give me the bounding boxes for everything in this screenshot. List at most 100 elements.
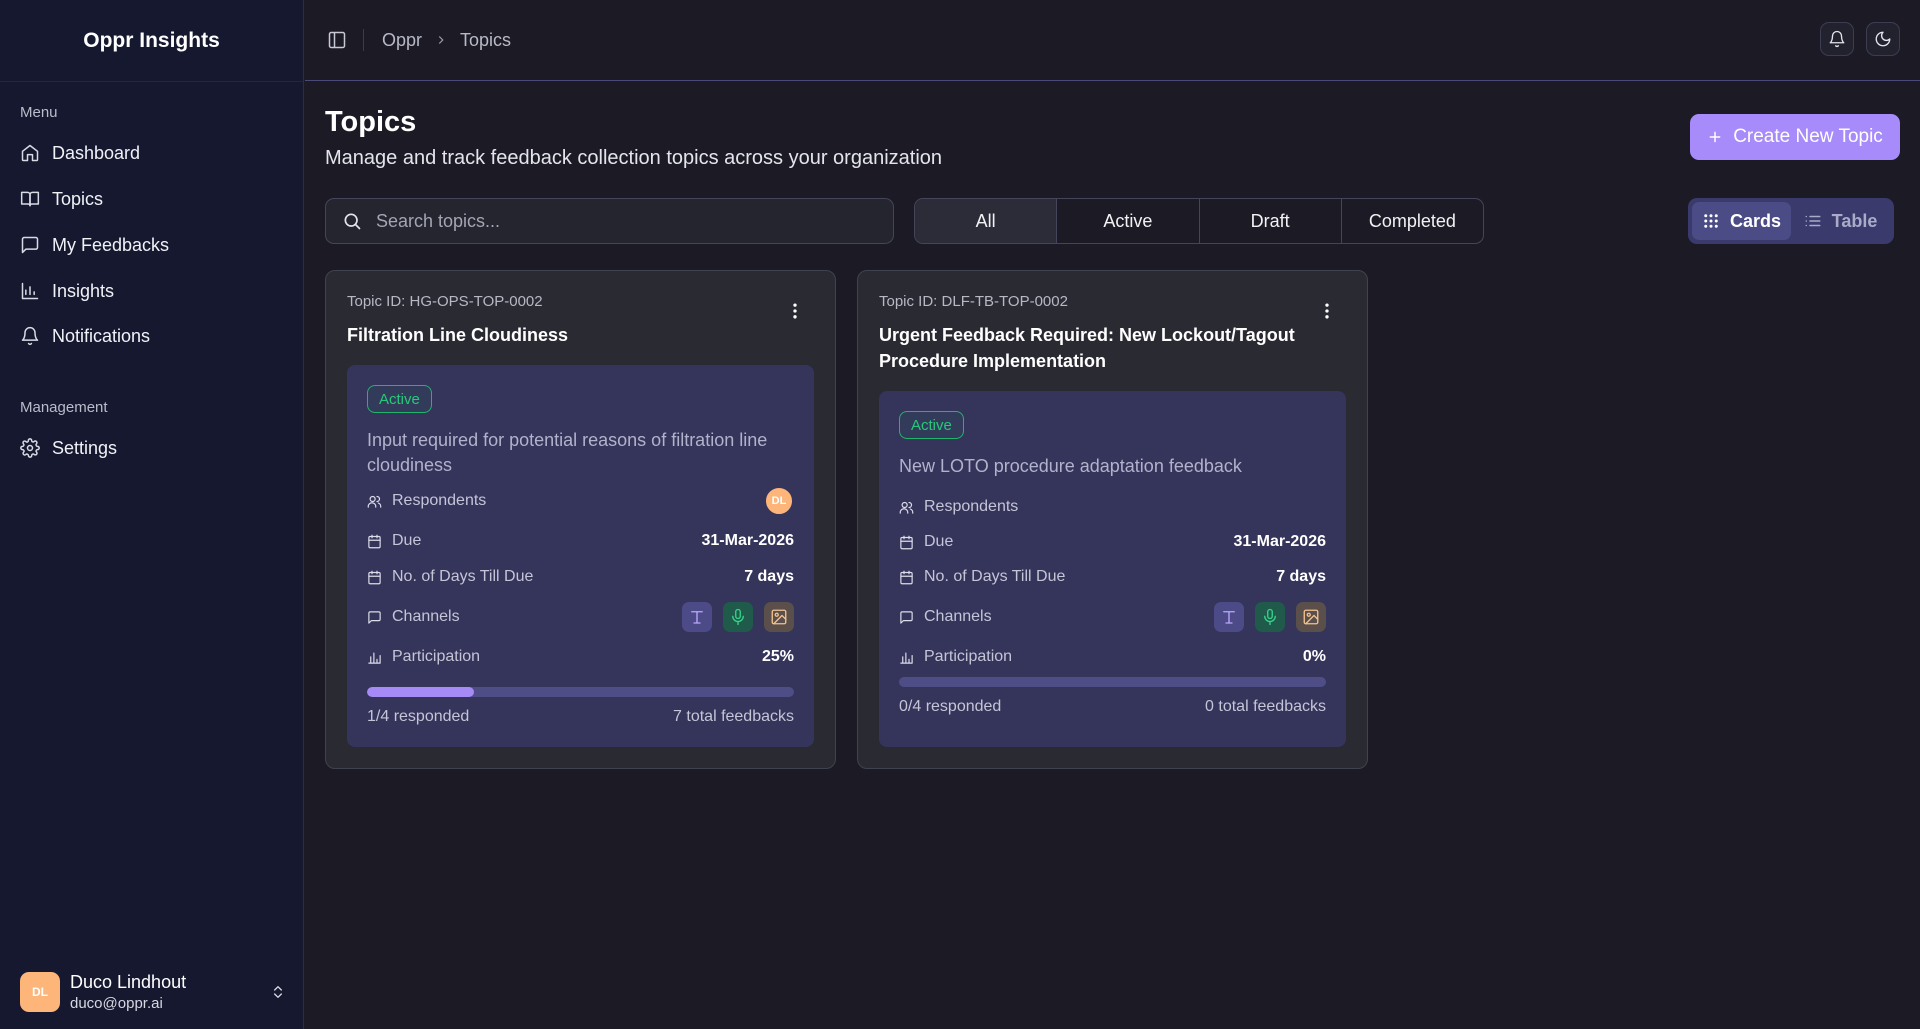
channels-row: Channels <box>899 602 1326 632</box>
due-date: 31-Mar-2026 <box>701 532 795 549</box>
message-square-icon <box>21 236 39 254</box>
topic-card[interactable]: Topic ID: HG-OPS-TOP-0002 Filtration Lin… <box>325 270 836 769</box>
more-vertical-icon <box>1325 303 1329 319</box>
topic-card[interactable]: Topic ID: DLF-TB-TOP-0002 Urgent Feedbac… <box>857 270 1368 769</box>
participation-row: Participation 0% <box>899 642 1326 672</box>
days-till-due-value: 7 days <box>1276 568 1326 585</box>
management-section-label: Management <box>20 399 108 416</box>
participation-progress-fill <box>367 687 474 697</box>
mic-icon <box>1255 602 1285 632</box>
message-square-icon <box>368 610 381 624</box>
create-button-label: Create New Topic <box>1733 126 1883 147</box>
page-subtitle: Manage and track feedback collection top… <box>325 147 943 169</box>
card-footer: 0/4 responded 0 total feedbacks <box>899 698 1326 716</box>
topic-description: New LOTO procedure adaptation feedback <box>899 456 1242 476</box>
calendar-icon <box>368 570 381 584</box>
filter-tab-draft[interactable]: Draft <box>1200 199 1342 243</box>
participation-value: 25% <box>761 648 794 665</box>
sidebar-item-settings[interactable]: Settings <box>20 428 290 468</box>
cards-view-button[interactable]: Cards <box>1692 202 1791 240</box>
bar-chart-icon <box>900 652 913 664</box>
table-view-button[interactable]: Table <box>1791 202 1890 240</box>
search-icon <box>344 213 361 230</box>
total-feedbacks: 0 total feedbacks <box>1205 698 1326 715</box>
bell-icon <box>21 326 39 346</box>
list-icon <box>1805 215 1821 227</box>
avatar: DL <box>20 972 60 1012</box>
theme-toggle-button[interactable] <box>1866 22 1900 56</box>
app-title: Oppr Insights <box>0 0 303 82</box>
respondents-row: Respondents DL <box>367 486 794 516</box>
respondent-avatar: DL <box>764 486 794 516</box>
home-icon <box>21 144 39 162</box>
sidebar-item-my-feedbacks[interactable]: My Feedbacks <box>20 225 290 265</box>
table-view-label: Table <box>1831 210 1878 231</box>
gear-icon <box>20 438 40 458</box>
image-icon <box>764 602 794 632</box>
sidebar-item-notifications[interactable]: Notifications <box>20 316 290 356</box>
responded-count: 0/4 responded <box>899 698 1002 715</box>
channels-label: Channels <box>924 608 992 625</box>
participation-progress-bar <box>899 677 1326 687</box>
topic-details-panel: Active Input required for potential reas… <box>347 365 814 747</box>
status-badge: Active <box>899 411 964 439</box>
more-options-button[interactable] <box>1317 301 1337 321</box>
sidebar-item-dashboard[interactable]: Dashboard <box>20 133 290 173</box>
user-name: Duco Lindhout <box>70 972 187 992</box>
respondents-row: Respondents <box>899 492 1326 522</box>
text-channel-icon <box>682 602 712 632</box>
calendar-icon <box>368 534 381 548</box>
moon-icon <box>1875 31 1891 47</box>
due-date: 31-Mar-2026 <box>1233 533 1327 550</box>
user-menu[interactable]: DL Duco Lindhout duco@oppr.ai <box>20 967 286 1017</box>
card-footer: 1/4 responded 7 total feedbacks <box>367 708 794 726</box>
users-icon <box>367 495 382 508</box>
days-till-due-row: No. of Days Till Due 7 days <box>367 562 794 592</box>
due-row: Due 31-Mar-2026 <box>367 526 794 556</box>
notifications-button[interactable] <box>1820 22 1854 56</box>
filter-tab-active[interactable]: Active <box>1057 199 1200 243</box>
respondents-label: Respondents <box>392 492 487 509</box>
participation-label: Participation <box>392 648 481 665</box>
filter-tab-completed[interactable]: Completed <box>1342 199 1483 243</box>
sidebar-item-label: Insights <box>52 280 115 301</box>
view-toggle: Cards Table <box>1688 198 1894 244</box>
filter-tab-all[interactable]: All <box>915 199 1058 243</box>
bell-icon <box>1829 30 1845 48</box>
mic-icon <box>723 602 753 632</box>
top-bar: Oppr Topics <box>305 0 1920 81</box>
topic-description: Input required for potential reasons of … <box>367 430 768 475</box>
topic-id: Topic ID: DLF-TB-TOP-0002 <box>879 293 1068 310</box>
calendar-icon <box>900 570 913 584</box>
chevrons-up-down-icon <box>274 986 282 998</box>
participation-value: 0% <box>1302 648 1326 665</box>
due-label: Due <box>392 532 422 549</box>
topic-details-panel: Active New LOTO procedure adaptation fee… <box>879 391 1346 747</box>
sidebar-item-label: My Feedbacks <box>52 234 170 255</box>
channels-label: Channels <box>392 608 460 625</box>
create-new-topic-button[interactable]: Create New Topic <box>1690 114 1900 160</box>
page-title: Topics <box>325 106 417 138</box>
topic-id: Topic ID: HG-OPS-TOP-0002 <box>347 293 543 310</box>
more-vertical-icon <box>793 303 797 319</box>
sidebar-toggle-button[interactable] <box>327 30 347 50</box>
sidebar-item-label: Notifications <box>52 325 151 346</box>
divider <box>363 29 364 51</box>
breadcrumb-item-oppr[interactable]: Oppr <box>382 30 422 51</box>
topic-title: Urgent Feedback Required: New Lockout/Ta… <box>879 325 1295 371</box>
chevron-right-icon <box>434 33 448 47</box>
more-options-button[interactable] <box>785 301 805 321</box>
search-box <box>325 198 894 244</box>
sidebar-item-label: Settings <box>52 437 118 458</box>
grid-icon <box>1704 214 1718 228</box>
sidebar: Oppr Insights Menu Dashboard Topics My F… <box>0 0 304 1029</box>
message-square-icon <box>900 610 913 624</box>
due-row: Due 31-Mar-2026 <box>899 527 1326 557</box>
total-feedbacks: 7 total feedbacks <box>673 708 794 725</box>
topic-title: Filtration Line Cloudiness <box>347 325 569 345</box>
days-till-due-label: No. of Days Till Due <box>392 568 534 585</box>
sidebar-item-topics[interactable]: Topics <box>20 179 290 219</box>
participation-row: Participation 25% <box>367 642 794 672</box>
sidebar-item-insights[interactable]: Insights <box>20 271 290 311</box>
search-input[interactable] <box>376 210 856 232</box>
